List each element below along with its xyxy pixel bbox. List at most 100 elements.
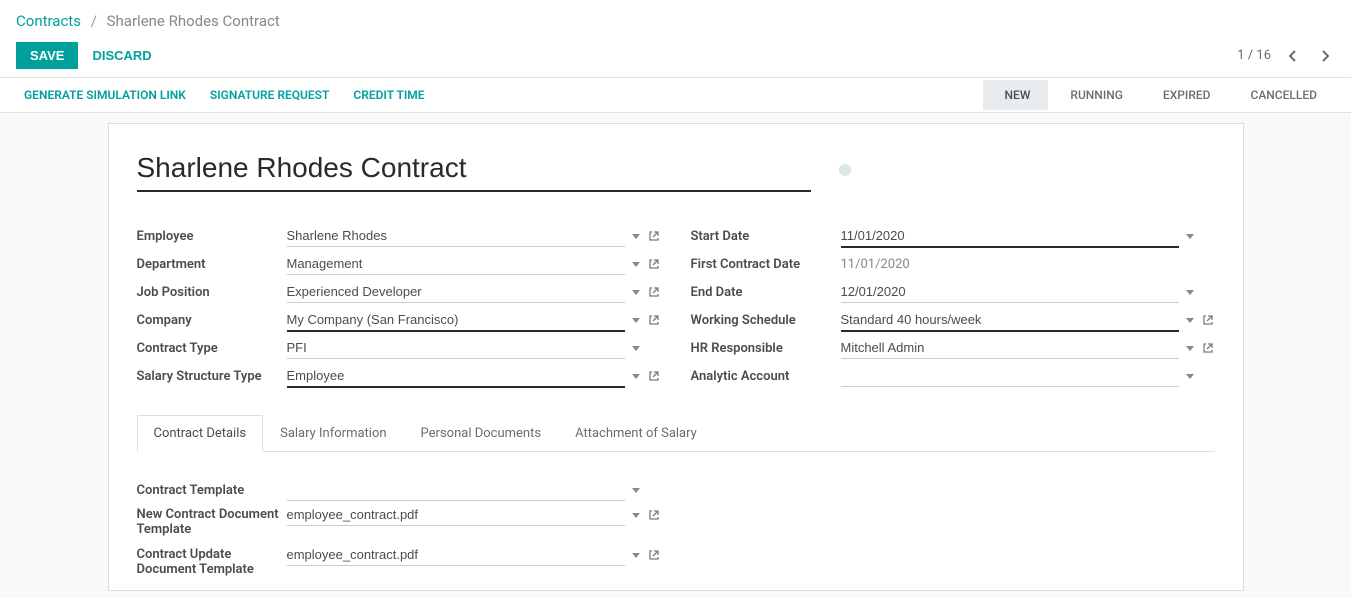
salary-structure-input[interactable] [287,365,625,388]
generate-simulation-link-button[interactable]: GENERATE SIMULATION LINK [24,88,186,102]
tab-personal-documents[interactable]: Personal Documents [404,415,559,452]
label-department: Department [137,257,287,272]
external-link-icon [648,314,660,326]
working-schedule-input[interactable] [841,309,1179,332]
field-job-position: Job Position [137,278,661,306]
field-department: Department [137,250,661,278]
update-contract-template-caret[interactable] [631,553,641,558]
save-button[interactable]: SAVE [16,42,78,69]
employee-external-link[interactable] [647,230,661,242]
hr-responsible-external-link[interactable] [1201,342,1215,354]
label-end-date: End Date [691,285,841,300]
field-contract-type: Contract Type [137,334,661,362]
hr-responsible-caret[interactable] [1185,346,1195,351]
end-date-input[interactable] [841,281,1179,303]
analytic-account-input[interactable] [841,365,1179,387]
caret-down-icon [632,346,640,351]
pager-text: 1 / 16 [1237,48,1271,63]
job-position-input[interactable] [287,281,625,303]
status-states: NEW RUNNING EXPIRED CANCELLED [983,80,1335,110]
job-position-external-link[interactable] [647,286,661,298]
contract-template-caret[interactable] [631,488,641,493]
label-employee: Employee [137,229,287,244]
action-bar-left: SAVE DISCARD [16,42,152,69]
kanban-state-dot[interactable] [839,164,851,176]
tab-contract-details[interactable]: Contract Details [137,415,264,452]
start-date-input[interactable] [841,225,1179,248]
department-input[interactable] [287,253,625,275]
field-update-contract-template: Contract Update Document Template [137,544,661,584]
field-employee: Employee [137,222,661,250]
field-analytic-account: Analytic Account [691,362,1215,390]
breadcrumb: Contracts / Sharlene Rhodes Contract [16,12,1335,30]
employee-input[interactable] [287,225,625,247]
caret-down-icon [632,553,640,558]
status-actions: GENERATE SIMULATION LINK SIGNATURE REQUE… [16,78,433,112]
first-contract-date-value: 11/01/2020 [841,254,910,275]
new-contract-template-external-link[interactable] [647,509,661,521]
right-column: Start Date First Contract Date 11/01/202… [691,222,1215,390]
pager-next[interactable] [1315,46,1335,66]
field-company: Company [137,306,661,334]
state-running[interactable]: RUNNING [1048,80,1141,110]
employee-caret[interactable] [631,234,641,239]
contract-template-input[interactable] [287,479,625,501]
company-external-link[interactable] [647,314,661,326]
department-caret[interactable] [631,262,641,267]
company-input[interactable] [287,309,625,332]
signature-request-button[interactable]: SIGNATURE REQUEST [210,88,329,102]
label-hr-responsible: HR Responsible [691,341,841,356]
state-cancelled[interactable]: CANCELLED [1229,80,1336,110]
company-caret[interactable] [631,318,641,323]
external-link-icon [648,370,660,382]
working-schedule-caret[interactable] [1185,318,1195,323]
external-link-icon [648,549,660,561]
label-update-contract-template: Contract Update Document Template [137,544,287,577]
field-new-contract-template: New Contract Document Template [137,504,661,544]
label-job-position: Job Position [137,285,287,300]
tab-content: Contract Template New Contract Document … [137,452,1215,584]
field-first-contract-date: First Contract Date 11/01/2020 [691,250,1215,278]
caret-down-icon [1186,374,1194,379]
working-schedule-external-link[interactable] [1201,314,1215,326]
field-contract-template: Contract Template [137,476,661,504]
credit-time-button[interactable]: CREDIT TIME [353,88,424,102]
action-bar: SAVE DISCARD 1 / 16 [16,42,1335,69]
start-date-caret[interactable] [1185,234,1195,239]
label-contract-type: Contract Type [137,341,287,356]
analytic-account-caret[interactable] [1185,374,1195,379]
update-contract-template-input[interactable] [287,544,625,566]
breadcrumb-sep: / [91,12,97,30]
form-columns: Employee Department [137,222,1215,390]
topbar: Contracts / Sharlene Rhodes Contract SAV… [0,0,1351,77]
end-date-caret[interactable] [1185,290,1195,295]
left-column: Employee Department [137,222,661,390]
new-contract-template-caret[interactable] [631,513,641,518]
salary-structure-caret[interactable] [631,374,641,379]
hr-responsible-input[interactable] [841,337,1179,359]
contract-type-input[interactable] [287,337,625,359]
department-external-link[interactable] [647,258,661,270]
tab-attachment-of-salary[interactable]: Attachment of Salary [558,415,714,452]
discard-button[interactable]: DISCARD [92,48,151,63]
label-first-contract-date: First Contract Date [691,257,841,272]
breadcrumb-current: Sharlene Rhodes Contract [107,12,280,30]
state-expired[interactable]: EXPIRED [1141,80,1229,110]
contract-type-caret[interactable] [631,346,641,351]
breadcrumb-parent[interactable]: Contracts [16,12,81,30]
update-contract-template-external-link[interactable] [647,549,661,561]
salary-structure-external-link[interactable] [647,370,661,382]
caret-down-icon [632,290,640,295]
tab-salary-information[interactable]: Salary Information [263,415,403,452]
label-salary-structure: Salary Structure Type [137,369,287,384]
external-link-icon [648,258,660,270]
new-contract-template-input[interactable] [287,504,625,526]
job-position-caret[interactable] [631,290,641,295]
caret-down-icon [632,374,640,379]
contract-name-input[interactable] [137,148,811,192]
field-end-date: End Date [691,278,1215,306]
state-new[interactable]: NEW [983,80,1049,110]
pager-prev[interactable] [1283,46,1303,66]
field-working-schedule: Working Schedule [691,306,1215,334]
external-link-icon [648,230,660,242]
